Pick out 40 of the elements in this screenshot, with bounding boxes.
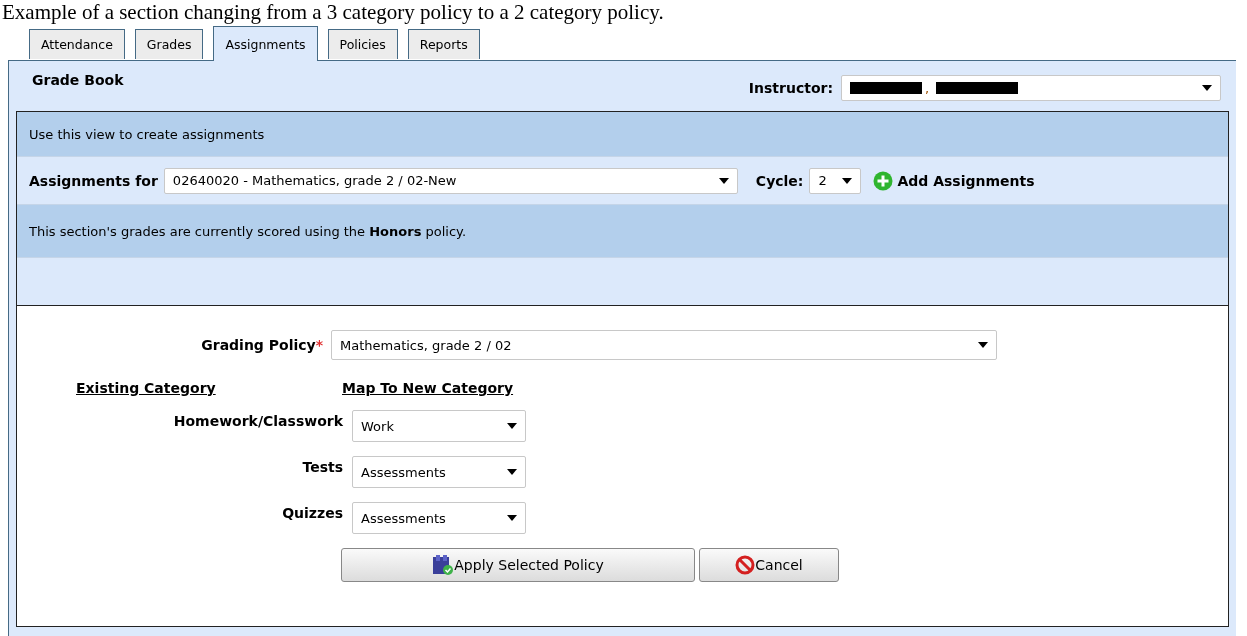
intro-text: Use this view to create assignments (29, 126, 265, 142)
category-label: Quizzes (281, 505, 343, 521)
tab[interactable]: Grades (134, 29, 204, 59)
cancel-icon (735, 555, 756, 575)
column-header: Existing Category (76, 380, 217, 396)
apply-policy-button[interactable]: Apply Selected Policy (341, 548, 695, 582)
caption-text: Example of a section changing from a 3 category policy to a 2 category policy. (1, 0, 664, 24)
name-separator: , (925, 80, 930, 96)
category-label: Homework/Classwork (172, 413, 343, 429)
caret-icon (507, 469, 517, 475)
tab[interactable]: Reports (407, 29, 480, 59)
column-header: Map To New Category (342, 380, 514, 396)
category-select[interactable]: Assessments (352, 456, 526, 488)
grading-policy-label: Grading Policy* (200, 337, 324, 353)
grading-policy-select[interactable]: Mathematics, grade 2 / 02 (331, 330, 997, 360)
category-select[interactable]: Work (352, 410, 526, 442)
instructor-label: Instructor: (748, 80, 833, 96)
cycle-label: Cycle: (755, 172, 804, 189)
add-assignments-link[interactable]: Add Assignments (873, 170, 1035, 191)
caret-icon (718, 177, 729, 184)
category-label: Tests (301, 459, 343, 475)
tab[interactable]: Assignments (213, 26, 318, 61)
instructor-select[interactable]: , (841, 75, 1221, 101)
caret-icon (978, 342, 988, 348)
caret-icon (507, 423, 517, 429)
category-select[interactable]: Assessments (352, 502, 526, 534)
cancel-button[interactable]: Cancel (699, 548, 839, 582)
tab[interactable]: Attendance (29, 29, 125, 59)
caret-icon (842, 177, 853, 184)
policy-notice: This section's grades are currently scored using the Honors policy. (29, 223, 467, 239)
policy-icon (432, 554, 455, 576)
section-select[interactable]: 02640020 - Mathematics, grade 2 / 02-New (163, 167, 738, 194)
caret-icon (1202, 85, 1212, 91)
caret-icon (507, 515, 517, 521)
redaction-bar (850, 82, 922, 94)
assignments-for-label: Assignments for (29, 172, 158, 189)
add-icon (873, 170, 894, 191)
panel-title: Grade Book (32, 72, 124, 88)
tab[interactable]: Policies (327, 29, 398, 59)
cycle-select[interactable]: 2 (809, 167, 862, 194)
